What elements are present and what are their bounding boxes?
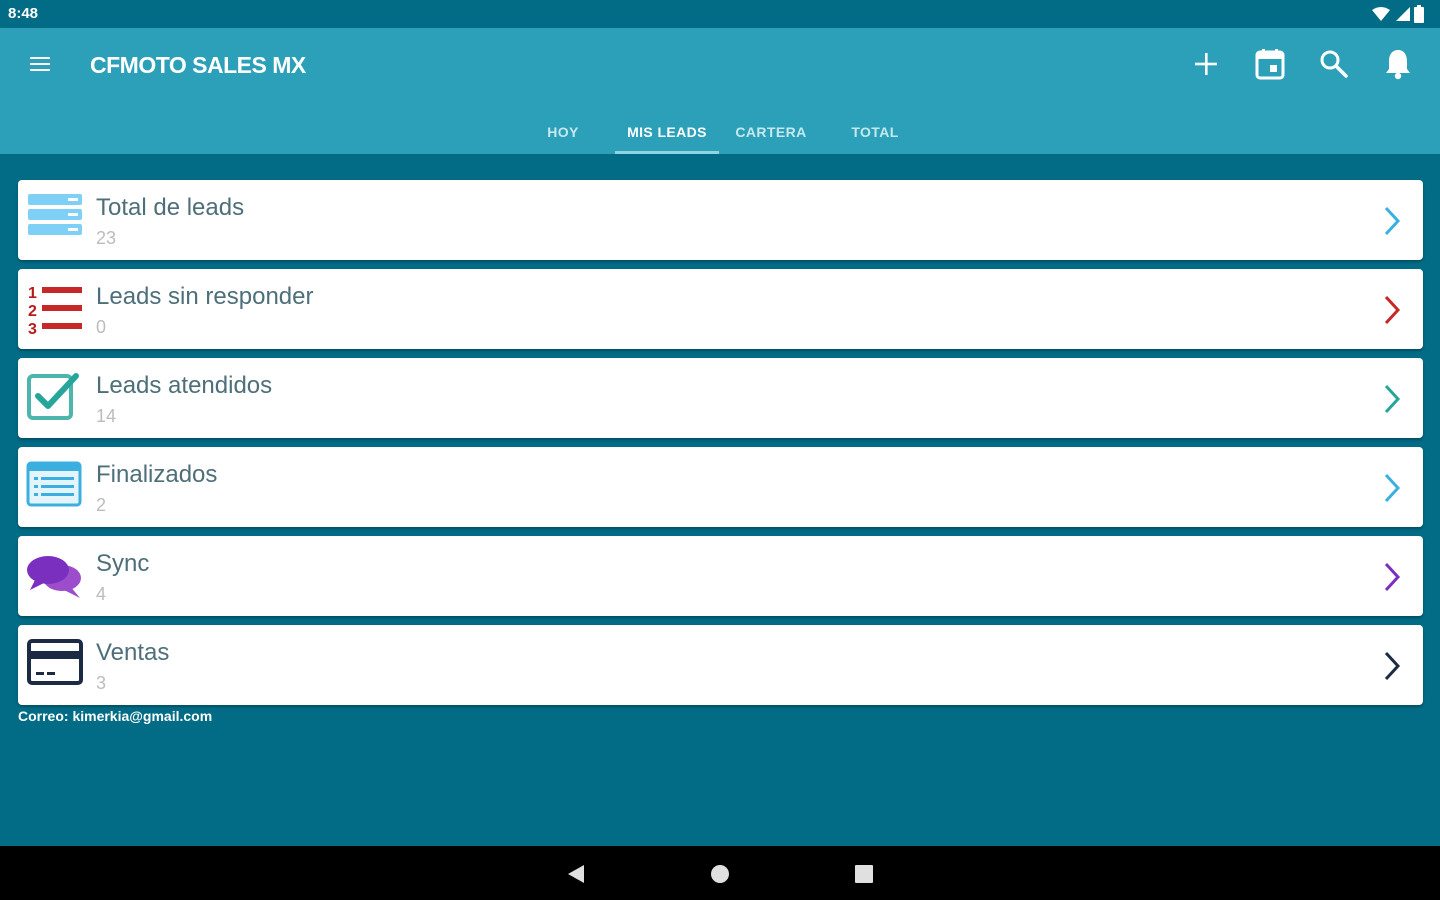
- notifications-button[interactable]: [1378, 44, 1418, 84]
- card-title: Ventas: [96, 639, 170, 666]
- tab-mis-leads[interactable]: MIS LEADS: [615, 110, 719, 154]
- search-button[interactable]: [1314, 44, 1354, 84]
- home-circle-icon: [711, 865, 729, 883]
- back-button[interactable]: [562, 860, 590, 888]
- card-title: Finalizados: [96, 461, 218, 488]
- app-title: CFMOTO SALES MX: [90, 52, 306, 78]
- card-count: 14: [96, 406, 117, 426]
- chevron-right-icon: [1384, 384, 1401, 414]
- navigation-bar: [0, 846, 1440, 900]
- card-leads-atendidos[interactable]: Leads atendidos 14: [18, 358, 1423, 438]
- chevron-right-icon: [1384, 206, 1401, 236]
- card-total-de-leads[interactable]: Total de leads 23: [18, 180, 1423, 260]
- toolbar-actions: [1186, 44, 1418, 84]
- server-list-icon: [26, 192, 84, 248]
- card-count: 4: [96, 584, 107, 604]
- home-button[interactable]: [706, 860, 734, 888]
- search-icon: [1320, 50, 1348, 78]
- back-triangle-icon: [568, 865, 584, 883]
- wifi-icon: [1372, 7, 1390, 21]
- tab-bar: HOY MIS LEADS CARTERA TOTAL: [511, 110, 927, 154]
- card-title: Total de leads: [96, 194, 245, 221]
- card-count: 23: [96, 228, 117, 248]
- status-icons: [1372, 4, 1424, 24]
- plus-icon: [1195, 53, 1217, 75]
- tab-hoy[interactable]: HOY: [511, 110, 615, 154]
- card-count: 0: [96, 317, 107, 337]
- svg-text:3: 3: [28, 321, 37, 337]
- user-email: Correo: kimerkia@gmail.com: [18, 708, 213, 724]
- credit-card-icon: [26, 637, 84, 693]
- menu-button[interactable]: [26, 52, 58, 76]
- card-ventas[interactable]: Ventas 3: [18, 625, 1423, 705]
- card-leads-sin-responder[interactable]: 1 2 3 Leads sin responder 0: [18, 269, 1423, 349]
- recents-square-icon: [855, 865, 873, 883]
- calendar-button[interactable]: [1250, 44, 1290, 84]
- chevron-right-icon: [1384, 651, 1401, 681]
- recents-button[interactable]: [850, 860, 878, 888]
- app-bar: CFMOTO SALES MX HOY MIS LEADS CARTERA TO…: [0, 28, 1440, 154]
- card-sync[interactable]: Sync 4: [18, 536, 1423, 616]
- chevron-right-icon: [1384, 295, 1401, 325]
- checkbox-icon: [26, 370, 84, 426]
- status-time: 8:48: [8, 5, 39, 22]
- card-count: 2: [96, 495, 107, 515]
- chevron-right-icon: [1384, 473, 1401, 503]
- card-finalizados[interactable]: Finalizados 2: [18, 447, 1423, 527]
- svg-text:1: 1: [28, 285, 37, 302]
- bell-icon: [1386, 50, 1410, 80]
- leads-list: Total de leads 23 1 2 3 Leads sin respon…: [18, 180, 1423, 714]
- numbered-list-icon: 1 2 3: [26, 281, 84, 338]
- tab-total[interactable]: TOTAL: [823, 110, 927, 154]
- signal-icon: [1396, 7, 1410, 21]
- svg-text:2: 2: [28, 303, 37, 320]
- tab-cartera[interactable]: CARTERA: [719, 110, 823, 154]
- document-list-icon: [26, 459, 84, 515]
- calendar-icon: [1255, 49, 1285, 80]
- chat-bubbles-icon: [26, 548, 84, 604]
- chevron-right-icon: [1384, 562, 1401, 592]
- card-count: 3: [96, 673, 107, 693]
- add-button[interactable]: [1186, 44, 1226, 84]
- card-title: Leads sin responder: [96, 283, 314, 310]
- status-bar: 8:48: [0, 0, 1440, 28]
- card-title: Leads atendidos: [96, 372, 273, 399]
- battery-icon: [1414, 5, 1424, 23]
- hamburger-menu-icon: [30, 57, 50, 71]
- card-title: Sync: [96, 550, 150, 577]
